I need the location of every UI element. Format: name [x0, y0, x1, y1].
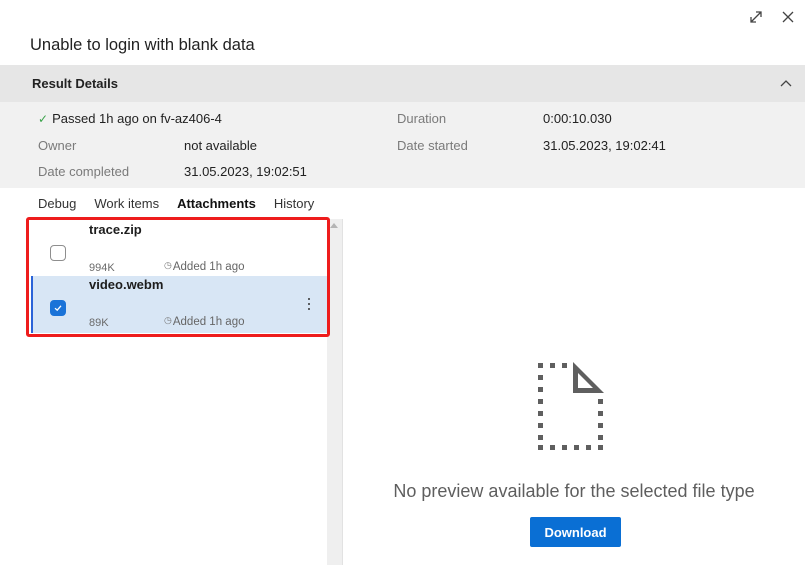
clock-icon: ◷: [164, 314, 172, 325]
status-row: ✓ Passed 1h ago on fv-az406-4: [38, 111, 222, 126]
attachment-item[interactable]: trace.zip 994K ◷ Added 1h ago: [31, 221, 327, 278]
preview-pane: No preview available for the selected fi…: [343, 219, 805, 565]
scroll-up-icon[interactable]: [330, 223, 338, 228]
list-scrollbar[interactable]: [327, 219, 342, 565]
result-details-label: Result Details: [32, 76, 118, 91]
attachment-added-text: Added 1h ago: [172, 316, 245, 328]
tab-bar: Debug Work items Attachments History: [38, 196, 332, 211]
tab-attachments[interactable]: Attachments: [177, 196, 256, 211]
chevron-up-icon[interactable]: [779, 76, 793, 90]
attachment-checkbox[interactable]: [50, 300, 66, 316]
test-result-panel: Unable to login with blank data Result D…: [0, 0, 805, 565]
tab-history[interactable]: History: [274, 196, 314, 211]
owner-value: not available: [184, 138, 257, 153]
close-icon[interactable]: [779, 8, 797, 26]
attachment-item[interactable]: video.webm 89K ◷ Added 1h ago: [31, 276, 327, 333]
attachment-added: ◷ Added 1h ago: [164, 259, 245, 274]
tab-work-items[interactable]: Work items: [94, 196, 159, 211]
tab-debug[interactable]: Debug: [38, 196, 76, 211]
more-options-icon[interactable]: [304, 296, 314, 312]
date-started-value: 31.05.2023, 19:02:41: [543, 138, 666, 153]
attachment-size: 89K: [89, 317, 109, 329]
result-details: ✓ Passed 1h ago on fv-az406-4 Owner not a…: [0, 102, 805, 188]
download-button[interactable]: Download: [530, 517, 621, 547]
owner-label: Owner: [38, 138, 77, 153]
date-completed-value: 31.05.2023, 19:02:51: [184, 164, 307, 179]
result-details-header[interactable]: Result Details: [0, 65, 805, 102]
no-preview-message: No preview available for the selected fi…: [393, 481, 755, 501]
status-text: Passed 1h ago on fv-az406-4: [52, 111, 222, 126]
check-icon: ✓: [38, 112, 49, 126]
attachment-added: ◷ Added 1h ago: [164, 314, 245, 329]
clock-icon: ◷: [164, 259, 172, 270]
attachment-name: trace.zip: [89, 222, 142, 237]
test-title: Unable to login with blank data: [30, 36, 255, 54]
attachment-added-text: Added 1h ago: [172, 261, 245, 273]
duration-label: Duration: [397, 111, 447, 126]
attachment-name: video.webm: [89, 277, 164, 292]
attachment-checkbox[interactable]: [50, 245, 66, 261]
expand-icon[interactable]: [747, 8, 765, 26]
duration-value: 0:00:10.030: [543, 111, 612, 126]
date-completed-label: Date completed: [38, 164, 130, 179]
attachment-size: 994K: [89, 262, 115, 274]
attachments-list: trace.zip 994K ◷ Added 1h ago video.webm …: [0, 219, 342, 565]
date-started-label: Date started: [397, 138, 468, 153]
file-no-preview-icon: [538, 362, 604, 450]
window-actions: [747, 8, 797, 26]
checkmark-icon: [54, 305, 62, 312]
